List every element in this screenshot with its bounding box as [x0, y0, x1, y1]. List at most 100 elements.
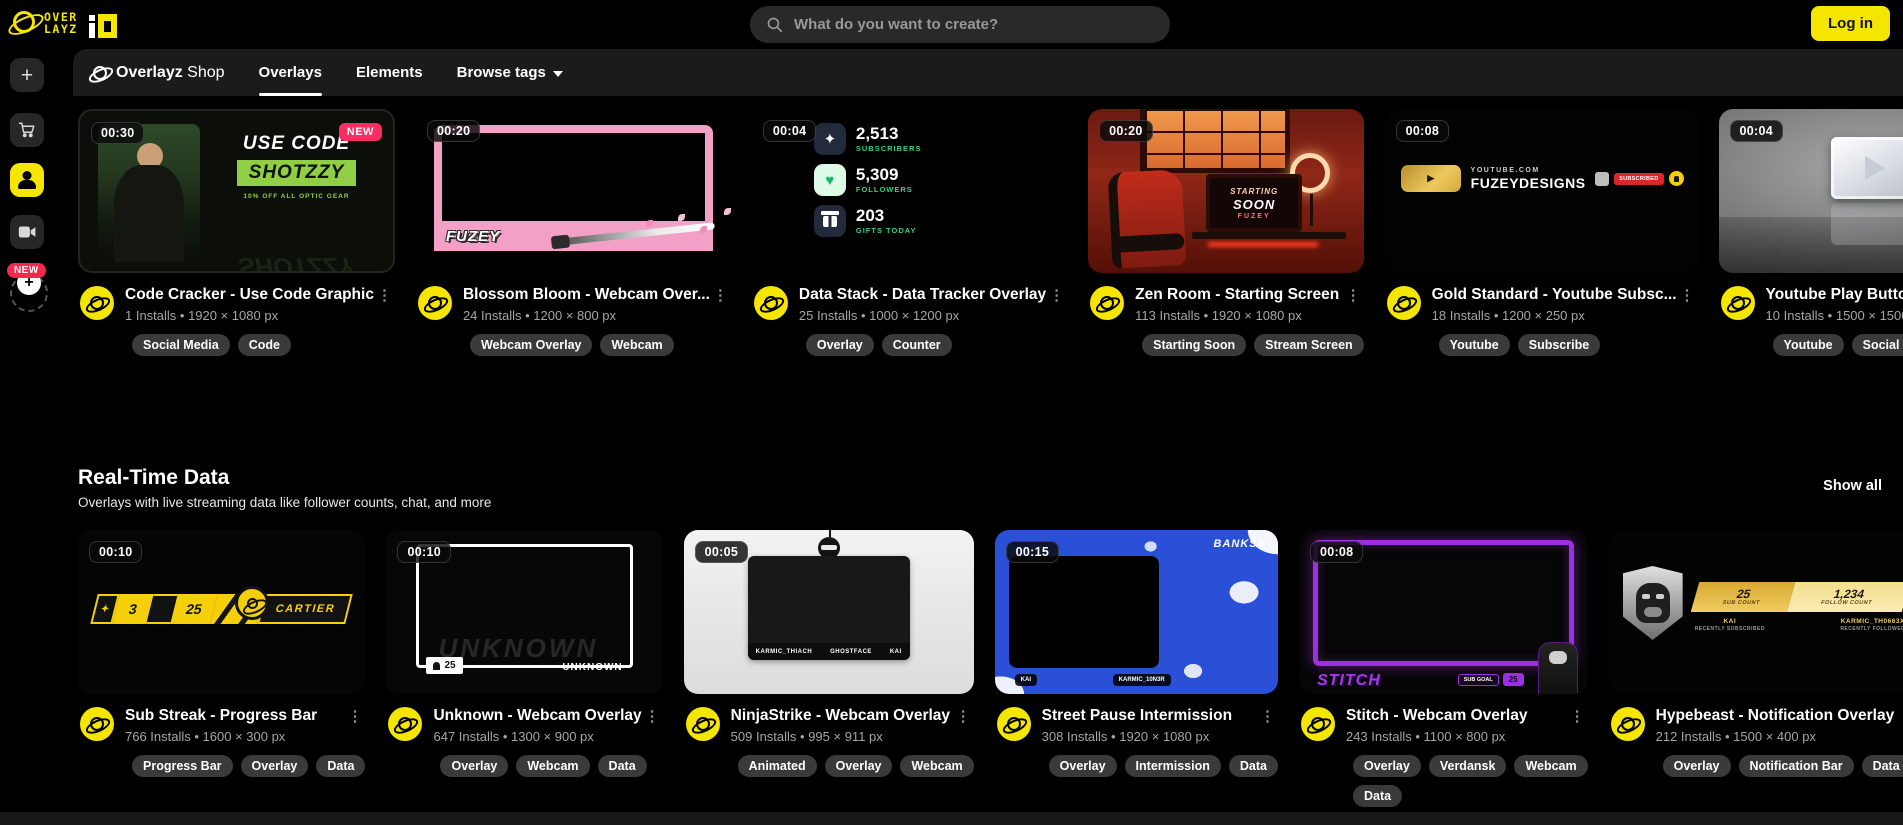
tag[interactable]: Overlay: [825, 755, 893, 777]
card-zen-room: STARTING SOON FUZEY 00:20 Zen Room - Sta…: [1088, 109, 1364, 356]
overlayz-swirl-icon: [13, 11, 35, 33]
tag[interactable]: Data: [1353, 785, 1402, 807]
card-thumbnail[interactable]: BANKSY KAI KARMIC_10N3R 00:15: [995, 530, 1278, 694]
tag[interactable]: Data: [316, 755, 365, 777]
login-button[interactable]: Log in: [1811, 6, 1890, 41]
card-title[interactable]: Data Stack - Data Tracker Overlay: [799, 286, 1046, 304]
card-title[interactable]: Hypebeast - Notification Overlay: [1656, 707, 1895, 725]
tag[interactable]: Starting Soon: [1142, 334, 1246, 356]
card-installs: 113 Installs • 1920 × 1080 px: [1135, 308, 1364, 323]
tag[interactable]: Youtube: [1439, 334, 1510, 356]
person-icon: [17, 171, 37, 189]
tag[interactable]: Webcam Overlay: [470, 334, 593, 356]
card-thumbnail[interactable]: UNKNOWN 25 UNKNOWN 00:10: [386, 530, 662, 694]
tag[interactable]: Overlay: [1663, 755, 1731, 777]
kebab-menu-icon[interactable]: ⋮: [1046, 286, 1067, 304]
tag[interactable]: Code: [238, 334, 291, 356]
tag[interactable]: Data: [1229, 755, 1278, 777]
card-thumbnail[interactable]: FUZEY 00:20: [416, 109, 731, 273]
tag[interactable]: Animated: [738, 755, 817, 777]
overlayz-badge-icon: [418, 286, 452, 320]
tag[interactable]: Webcam: [516, 755, 589, 777]
card-title[interactable]: Code Cracker - Use Code Graphic: [125, 286, 374, 304]
show-all-link[interactable]: Show all: [1823, 478, 1882, 494]
kebab-menu-icon[interactable]: ⋮: [1894, 707, 1903, 725]
tag[interactable]: Intermission: [1125, 755, 1221, 777]
card-title[interactable]: Street Pause Intermission: [1042, 707, 1257, 725]
tag[interactable]: Overlay: [806, 334, 874, 356]
profile-button[interactable]: [10, 163, 44, 197]
duration-badge: 00:15: [1006, 541, 1059, 563]
tab-elements[interactable]: Elements: [356, 49, 423, 96]
card-title[interactable]: Unknown - Webcam Overlay: [433, 707, 641, 725]
tag[interactable]: Webcam: [900, 755, 973, 777]
stat-value: 5,309: [856, 165, 899, 184]
card-title[interactable]: Youtube Play Button - Social Gr...: [1766, 286, 1903, 304]
search-bar[interactable]: [750, 6, 1170, 43]
card-thumbnail[interactable]: STARTING SOON FUZEY 00:20: [1088, 109, 1364, 273]
shop-cart-button[interactable]: [10, 113, 44, 147]
clips-button[interactable]: [10, 215, 44, 249]
duration-badge: 00:10: [397, 541, 450, 563]
tag[interactable]: Counter: [882, 334, 952, 356]
card-thumbnail[interactable]: ✦ 3 25 CARTIER 00:10: [78, 530, 365, 694]
overlayz-badge-icon: [80, 286, 114, 320]
kebab-menu-icon[interactable]: ⋮: [344, 707, 365, 725]
thumb-player-photo: [98, 124, 200, 262]
tag[interactable]: Notification Bar: [1739, 755, 1854, 777]
shop-brand[interactable]: Overlayz Shop: [93, 64, 225, 82]
card-title[interactable]: NinjaStrike - Webcam Overlay: [731, 707, 953, 725]
kebab-menu-icon[interactable]: ⋮: [953, 707, 974, 725]
thumb-mirror-text: SHOTZZY: [208, 251, 385, 273]
card-thumbnail[interactable]: USE CODE SHOTZZY 10% OFF ALL OPTIC GEAR …: [78, 109, 395, 273]
card-thumbnail[interactable]: KARMIC_THIACH GHOSTFACE KAI 00:05: [684, 530, 974, 694]
thumb-count-chip: 25: [426, 657, 462, 674]
tag[interactable]: Youtube: [1773, 334, 1844, 356]
card-thumbnail[interactable]: 25 SUB COUNT 1,234 FOLLOW COUNT KAI RECE…: [1609, 530, 1903, 694]
card-youtube-play-button: 00:04 Youtube Play Button - Social Gr...…: [1719, 109, 1903, 356]
thumb-name-chip: KAI: [1015, 674, 1037, 686]
brand-suffix: Shop: [187, 64, 224, 81]
tag[interactable]: Webcam: [1514, 755, 1587, 777]
tag[interactable]: Data: [598, 755, 647, 777]
tag[interactable]: Overlay: [440, 755, 508, 777]
tag[interactable]: Social Media: [1852, 334, 1903, 356]
thumb-keyboard-glow-decor: [1208, 242, 1318, 247]
card-title[interactable]: Sub Streak - Progress Bar: [125, 707, 344, 725]
card-title[interactable]: Gold Standard - Youtube Subsc...: [1432, 286, 1677, 304]
tag[interactable]: Overlay: [1353, 755, 1421, 777]
ghost-icon: [433, 662, 440, 670]
tag[interactable]: Overlay: [241, 755, 309, 777]
kebab-menu-icon[interactable]: ⋮: [1567, 707, 1588, 725]
add-new-button[interactable]: +: [10, 274, 48, 312]
card-thumbnail[interactable]: STITCH SUB GOAL 25 00:08: [1299, 530, 1588, 694]
tag[interactable]: Overlay: [1049, 755, 1117, 777]
tag[interactable]: Progress Bar: [132, 755, 233, 777]
tab-overlays[interactable]: Overlays: [259, 49, 322, 96]
overlayz-logo[interactable]: OVER LAYZ: [13, 8, 117, 38]
kebab-menu-icon[interactable]: ⋮: [374, 286, 395, 304]
tag[interactable]: Stream Screen: [1254, 334, 1364, 356]
kebab-menu-icon[interactable]: ⋮: [1257, 707, 1278, 725]
card-title[interactable]: Blossom Bloom - Webcam Over...: [463, 286, 710, 304]
kebab-menu-icon[interactable]: ⋮: [642, 707, 663, 725]
card-title[interactable]: Stitch - Webcam Overlay: [1346, 707, 1567, 725]
kebab-menu-icon[interactable]: ⋮: [710, 286, 731, 304]
card-thumbnail[interactable]: ▶ YOUTUBE.COM FUZEYDESIGNS SUBSCRIBED 00…: [1385, 109, 1698, 273]
tag[interactable]: Verdansk: [1429, 755, 1507, 777]
thumb-character-decor: [1538, 642, 1578, 694]
kebab-menu-icon[interactable]: ⋮: [1343, 286, 1364, 304]
kebab-menu-icon[interactable]: ⋮: [1677, 286, 1698, 304]
card-thumbnail[interactable]: ✦ 2,513 SUBSCRIBERS ♥ 5,309 FOLLOWERS 20…: [752, 109, 1067, 273]
duration-badge: 00:05: [695, 541, 748, 563]
tag[interactable]: Data: [1862, 755, 1903, 777]
create-button[interactable]: +: [10, 58, 44, 92]
tab-browse-tags[interactable]: Browse tags: [457, 49, 563, 96]
search-input[interactable]: [794, 16, 1154, 33]
card-title[interactable]: Zen Room - Starting Screen: [1135, 286, 1343, 304]
tag[interactable]: Webcam: [600, 334, 673, 356]
card-thumbnail[interactable]: 00:04: [1719, 109, 1903, 273]
tag[interactable]: Subscribe: [1518, 334, 1600, 356]
logo-io-mark: [89, 8, 117, 38]
tag[interactable]: Social Media: [132, 334, 230, 356]
